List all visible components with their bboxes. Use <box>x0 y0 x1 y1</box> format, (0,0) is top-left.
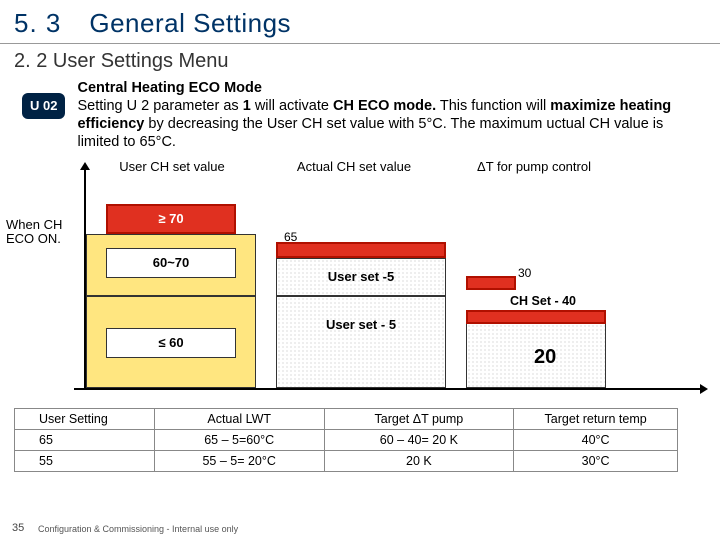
desc-mode: CH ECO mode. <box>333 98 436 114</box>
desc-l1b: will activate <box>255 98 329 114</box>
cell-c4: 30°C <box>514 450 678 471</box>
th-target-return: Target return temp <box>514 408 678 429</box>
col-head-3: ΔT for pump control <box>474 160 594 174</box>
divider <box>0 43 720 44</box>
section-number: 5. 3 <box>14 8 61 39</box>
bar-65 <box>276 242 446 258</box>
footer-note: Configuration & Commissioning - Internal… <box>38 524 238 534</box>
x-axis <box>74 388 702 390</box>
box-lte60: ≤ 60 <box>106 328 236 358</box>
cell-c4: 40°C <box>514 429 678 450</box>
th-target-dt: Target ΔT pump <box>324 408 514 429</box>
desc-heading: Central Heating ECO Mode <box>77 80 262 96</box>
th-actual-lwt: Actual LWT <box>154 408 324 429</box>
th-user-setting: User Setting <box>15 408 155 429</box>
label-20: 20 <box>534 346 556 369</box>
bar-30 <box>466 276 516 290</box>
desc-l1a: Setting U 2 parameter as <box>77 98 238 114</box>
box-60-70: 60~70 <box>106 248 236 278</box>
cell-c2: 65 – 5=60°C <box>154 429 324 450</box>
desc-l1c: This function will <box>440 98 546 114</box>
cell-c2: 55 – 5= 20°C <box>154 450 324 471</box>
col-head-1: User CH set value <box>112 160 232 174</box>
bar-chset <box>466 310 606 324</box>
box-userset-5b: User set - 5 <box>276 296 446 388</box>
cell-c3: 20 K <box>324 450 514 471</box>
description-row: U 02 Central Heating ECO Mode Setting U … <box>0 79 720 152</box>
desc-l2b: by decreasing the User CH set value with… <box>77 116 663 150</box>
table-row: User Setting Actual LWT Target ΔT pump T… <box>15 408 678 429</box>
side-label: When CH ECO ON. <box>6 218 76 248</box>
slide-header: 5. 3 General Settings <box>0 0 720 39</box>
parameter-badge: U 02 <box>22 93 65 119</box>
col-head-2: Actual CH set value <box>294 160 414 174</box>
desc-one: 1 <box>243 98 251 114</box>
page-number: 35 <box>12 522 24 534</box>
label-chset40: CH Set - 40 <box>510 294 576 308</box>
cell-c1: 65 <box>15 429 155 450</box>
table-row: 65 65 – 5=60°C 60 – 40= 20 K 40°C <box>15 429 678 450</box>
cell-c3: 60 – 40= 20 K <box>324 429 514 450</box>
cell-c1: 55 <box>15 450 155 471</box>
description-text: Central Heating ECO Mode Setting U 2 par… <box>77 79 706 152</box>
page-title: General Settings <box>89 8 291 39</box>
box-gte70: ≥ 70 <box>106 204 236 234</box>
sub-heading: 2. 2 User Settings Menu <box>0 48 720 79</box>
label-30: 30 <box>518 266 531 280</box>
box-userset-5a: User set -5 <box>276 258 446 296</box>
eco-diagram: User CH set value Actual CH set value ΔT… <box>14 158 706 408</box>
summary-table: User Setting Actual LWT Target ΔT pump T… <box>14 408 678 472</box>
table-row: 55 55 – 5= 20°C 20 K 30°C <box>15 450 678 471</box>
